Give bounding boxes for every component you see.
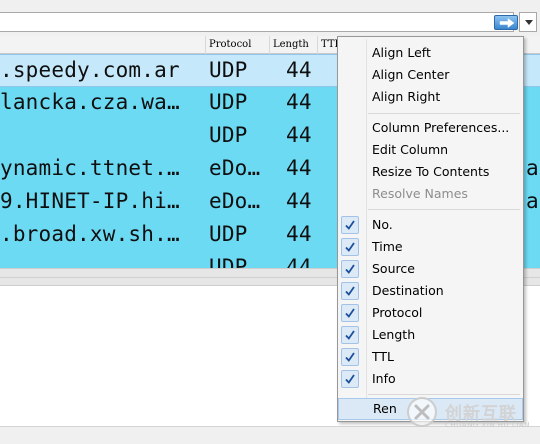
menu-item-edit-column[interactable]: Edit Column — [338, 139, 523, 161]
menu-item-align-left[interactable]: Align Left — [338, 42, 523, 64]
checkmark-icon — [345, 242, 355, 252]
source-cell: lancka.cza.wa… — [0, 90, 180, 114]
menu-item-column-source[interactable]: Source — [338, 258, 523, 280]
checkmark-icon — [345, 352, 355, 362]
menu-item-column-destination[interactable]: Destination — [338, 280, 523, 302]
watermark-logo-icon — [407, 397, 437, 427]
column-header-length[interactable]: Length — [269, 36, 317, 54]
checkmark-icon — [345, 308, 355, 318]
length-cell: 44 — [286, 123, 312, 147]
menu-item-label: Info — [372, 371, 396, 386]
info-cell: a — [526, 156, 539, 180]
length-cell: 44 — [286, 156, 312, 180]
menu-item-resize-to-contents[interactable]: Resize To Contents — [338, 161, 523, 183]
length-cell: 44 — [286, 58, 312, 82]
chevron-down-icon — [525, 20, 533, 25]
menu-item-resolve-names: Resolve Names — [372, 186, 468, 201]
menu-item-align-right[interactable]: Align Right — [338, 86, 523, 108]
column-context-menu: Align Left Align Center Align Right Colu… — [337, 36, 524, 422]
menu-item-column-info[interactable]: Info — [338, 368, 523, 390]
menu-item-label: Destination — [372, 283, 444, 298]
checkbox-checked — [341, 238, 359, 256]
checkmark-icon — [345, 264, 355, 274]
menu-item-label: Time — [372, 239, 403, 254]
info-cell: a — [526, 189, 539, 213]
source-cell: ynamic.ttnet.… — [0, 156, 180, 180]
protocol-cell: UDP — [209, 123, 248, 147]
arrow-right-icon — [499, 18, 515, 28]
protocol-cell: eDo… — [209, 189, 261, 213]
watermark: 创新互联 CHUANG XIN HU LIAN — [401, 393, 540, 435]
protocol-cell: UDP — [209, 255, 248, 268]
menu-item-column-ttl[interactable]: TTL — [338, 346, 523, 368]
source-cell: .broad.xw.sh.… — [0, 222, 180, 246]
protocol-cell: UDP — [209, 58, 248, 82]
checkbox-checked — [341, 282, 359, 300]
menu-item-column-protocol[interactable]: Protocol — [338, 302, 523, 324]
length-cell: 44 — [286, 222, 312, 246]
menu-item-column-no[interactable]: No. — [338, 214, 523, 236]
protocol-cell: UDP — [209, 90, 248, 114]
checkbox-checked — [341, 370, 359, 388]
menu-item-label: Length — [372, 327, 416, 342]
checkmark-icon — [345, 286, 355, 296]
checkbox-checked — [341, 304, 359, 322]
menu-item-align-center[interactable]: Align Center — [338, 64, 523, 86]
menu-item-label: TTL — [372, 349, 395, 364]
checkmark-icon — [345, 374, 355, 384]
source-cell: 9.HINET-IP.hi… — [0, 189, 180, 213]
apply-filter-button[interactable] — [494, 15, 518, 30]
menu-item-column-preferences[interactable]: Column Preferences... — [338, 117, 523, 139]
checkbox-checked — [341, 216, 359, 234]
protocol-cell: eDo… — [209, 156, 261, 180]
filter-dropdown-button[interactable] — [519, 12, 537, 32]
length-cell: 44 — [286, 90, 312, 114]
length-cell: 44 — [286, 189, 312, 213]
menu-separator — [368, 209, 520, 210]
menu-item-label: No. — [372, 217, 393, 232]
protocol-cell: UDP — [209, 222, 248, 246]
length-cell: 44 — [286, 255, 312, 268]
checkbox-checked — [341, 260, 359, 278]
display-filter-input[interactable] — [0, 12, 514, 32]
watermark-subtitle: CHUANG XIN HU LIAN — [445, 421, 530, 429]
menu-item-label: Source — [372, 261, 415, 276]
x-mark-icon — [414, 404, 430, 420]
menu-separator — [368, 113, 520, 114]
column-header-protocol[interactable]: Protocol — [205, 36, 269, 54]
menu-item-label: Protocol — [372, 305, 423, 320]
filter-toolbar — [0, 0, 540, 36]
checkmark-icon — [345, 220, 355, 230]
checkbox-checked — [341, 348, 359, 366]
menu-item-column-length[interactable]: Length — [338, 324, 523, 346]
checkbox-checked — [341, 326, 359, 344]
source-cell: .speedy.com.ar — [0, 58, 180, 82]
menu-item-column-time[interactable]: Time — [338, 236, 523, 258]
checkmark-icon — [345, 330, 355, 340]
